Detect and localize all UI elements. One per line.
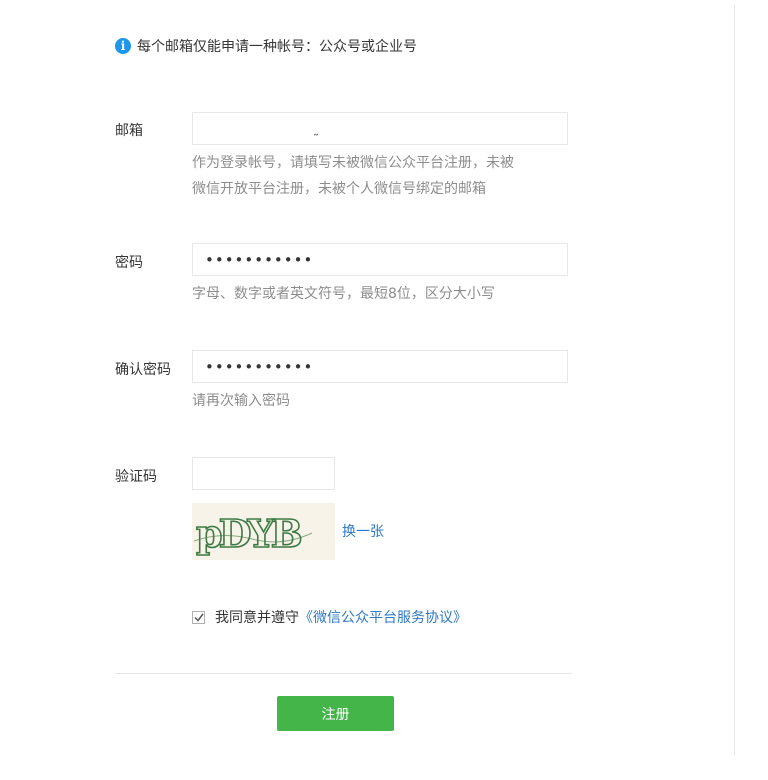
confirm-password-label: 确认密码 [115,362,171,378]
checkmark-icon [193,613,204,622]
swap-captcha-link[interactable]: 换一张 [342,521,384,541]
agreement-checkbox[interactable] [192,611,205,624]
form-divider [115,673,572,674]
captcha-image[interactable]: pDYB [192,503,335,560]
password-tip: 字母、数字或者英文符号，最短8位，区分大小写 [192,286,495,302]
email-label: 邮箱 [115,123,143,139]
password-label: 密码 [115,255,143,271]
register-button[interactable]: 注册 [277,696,394,731]
notice-text: 每个邮箱仅能申请一种帐号：公众号或企业号 [137,39,417,55]
email-tip-line-1: 作为登录帐号，请填写未被微信公众平台注册，未被 [192,155,514,171]
info-icon: i [115,38,131,54]
captcha-input[interactable] [192,457,335,490]
email-input[interactable] [192,112,568,145]
captcha-text: pDYB [196,511,302,556]
email-tip: 作为登录帐号，请填写未被微信公众平台注册，未被 微信开放平台注册，未被个人微信号… [192,150,514,202]
captcha-label: 验证码 [115,469,157,485]
agreement-text: 我同意并遵守 [215,610,299,626]
email-tip-line-2: 微信开放平台注册，未被个人微信号绑定的邮箱 [192,181,486,197]
notice-banner: i 每个邮箱仅能申请一种帐号：公众号或企业号 [115,36,417,56]
agreement-row: 我同意并遵守 《微信公众平台服务协议》 [192,607,467,627]
service-agreement-link[interactable]: 《微信公众平台服务协议》 [299,607,467,627]
password-input[interactable] [192,243,568,276]
confirm-password-input[interactable] [192,350,568,383]
captcha-graphic: pDYB [193,510,313,557]
confirm-password-tip: 请再次输入密码 [192,393,290,409]
right-border-line [734,5,735,755]
